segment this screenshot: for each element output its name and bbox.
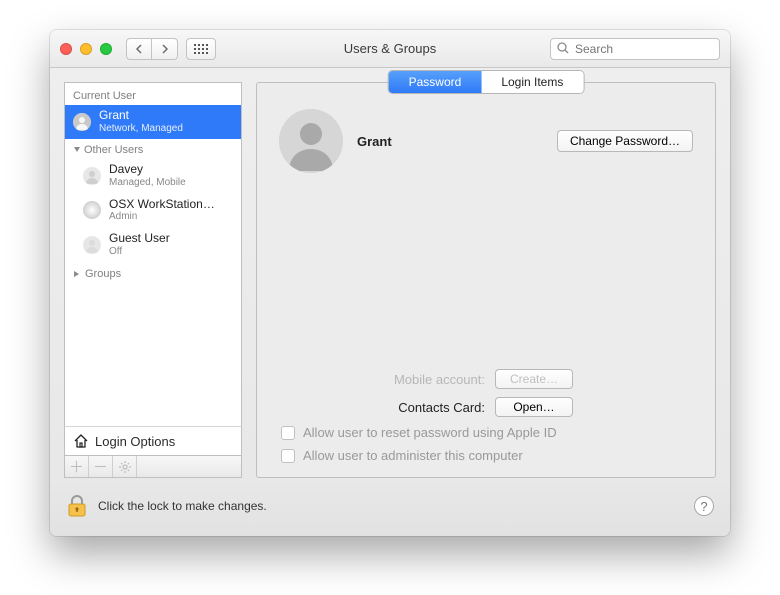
login-options-label: Login Options	[95, 434, 175, 449]
current-user-section-label: Current User	[65, 83, 241, 105]
avatar-icon	[83, 201, 101, 219]
back-button[interactable]	[126, 38, 152, 60]
house-icon	[73, 433, 89, 449]
person-silhouette-icon	[279, 109, 343, 173]
lock-hint-label: Click the lock to make changes.	[98, 499, 267, 513]
chevron-right-icon	[161, 44, 169, 54]
search-input[interactable]	[550, 38, 720, 60]
allow-reset-row: Allow user to reset password using Apple…	[279, 425, 693, 440]
user-subtitle-label: Admin	[109, 211, 215, 223]
login-options-button[interactable]: Login Options	[64, 426, 242, 456]
show-all-button[interactable]	[186, 38, 216, 60]
create-mobile-account-button: Create…	[495, 369, 573, 389]
tab-login-items[interactable]: Login Items	[481, 71, 583, 93]
close-window-button[interactable]	[60, 43, 72, 55]
zoom-window-button[interactable]	[100, 43, 112, 55]
contacts-card-label: Contacts Card:	[398, 400, 485, 415]
user-row[interactable]: Davey Managed, Mobile	[65, 159, 241, 193]
allow-admin-row: Allow user to administer this computer	[279, 448, 693, 463]
user-avatar[interactable]	[279, 109, 343, 173]
tab-password[interactable]: Password	[389, 71, 482, 93]
grid-icon	[194, 44, 208, 54]
mobile-account-row: Mobile account: Create…	[279, 369, 693, 389]
avatar-icon	[83, 236, 101, 254]
allow-reset-checkbox[interactable]	[281, 426, 295, 440]
user-row[interactable]: OSX WorkStation… Admin	[65, 194, 241, 228]
nav-buttons	[126, 38, 178, 60]
lock-button[interactable]	[66, 494, 88, 518]
allow-admin-checkbox[interactable]	[281, 449, 295, 463]
minimize-window-button[interactable]	[80, 43, 92, 55]
users-list: Current User Grant Network, Managed	[64, 82, 242, 426]
sidebar-action-menu[interactable]	[113, 456, 137, 477]
add-user-button[interactable]: ＋	[65, 456, 89, 477]
change-password-button[interactable]: Change Password…	[557, 130, 693, 152]
allow-reset-label: Allow user to reset password using Apple…	[303, 425, 557, 440]
user-name-label: Grant	[99, 109, 183, 123]
lock-icon	[66, 494, 88, 518]
user-name-label: Davey	[109, 163, 186, 177]
disclosure-triangle-icon	[73, 270, 81, 278]
main-panel: Password Login Items Grant Change Passwo…	[256, 82, 716, 478]
chevron-left-icon	[135, 44, 143, 54]
user-row-current[interactable]: Grant Network, Managed	[65, 105, 241, 139]
user-name-label: Guest User	[109, 232, 170, 246]
traffic-lights	[60, 43, 112, 55]
user-row[interactable]: Guest User Off	[65, 228, 241, 262]
forward-button[interactable]	[152, 38, 178, 60]
disclosure-triangle-icon[interactable]	[73, 146, 81, 154]
user-subtitle-label: Off	[109, 246, 170, 258]
avatar-icon	[73, 113, 91, 131]
avatar-icon	[83, 167, 101, 185]
sidebar-toolbar: ＋ －	[64, 456, 242, 478]
open-contacts-card-button[interactable]: Open…	[495, 397, 573, 417]
user-header: Grant Change Password…	[279, 109, 693, 173]
groups-section-label[interactable]: Groups	[65, 262, 241, 284]
user-subtitle-label: Managed, Mobile	[109, 177, 186, 189]
other-users-section-label: Other Users	[65, 139, 241, 159]
footer: Click the lock to make changes. ?	[50, 478, 730, 536]
help-button[interactable]: ?	[694, 496, 714, 516]
contacts-card-row: Contacts Card: Open…	[279, 397, 693, 417]
search-field-wrap	[550, 38, 720, 60]
remove-user-button[interactable]: －	[89, 456, 113, 477]
mobile-account-label: Mobile account:	[394, 372, 485, 387]
content-area: Current User Grant Network, Managed	[50, 68, 730, 478]
titlebar: Users & Groups	[50, 30, 730, 68]
gear-icon	[119, 461, 131, 473]
preferences-window: Users & Groups Current User Grant	[50, 30, 730, 536]
search-icon	[556, 41, 570, 55]
user-name-label: OSX WorkStation…	[109, 198, 215, 212]
user-display-name: Grant	[357, 134, 392, 149]
sidebar: Current User Grant Network, Managed	[64, 82, 242, 478]
allow-admin-label: Allow user to administer this computer	[303, 448, 523, 463]
tab-group: Password Login Items	[389, 71, 584, 93]
user-subtitle-label: Network, Managed	[99, 123, 183, 135]
